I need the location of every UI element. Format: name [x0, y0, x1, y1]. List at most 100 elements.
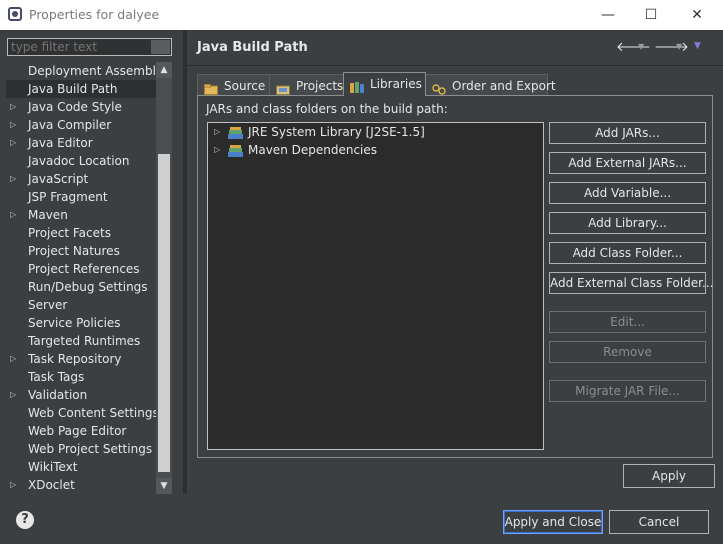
tree-item-label: Web Content Settings — [28, 406, 156, 420]
expand-chevron-icon[interactable]: ▷ — [10, 116, 16, 134]
tree-item-java-build-path[interactable]: Java Build Path — [6, 80, 156, 98]
tree-item-javascript[interactable]: ▷ JavaScript — [6, 170, 156, 188]
tree-item-server[interactable]: Server — [6, 296, 156, 314]
view-menu-icon[interactable]: ▼ — [694, 41, 701, 51]
tree-item-label: Maven — [28, 208, 68, 222]
tree-item-label: Deployment Assembly — [28, 64, 156, 78]
add-jars-button[interactable]: Add JARs... — [549, 122, 706, 144]
library-icon — [228, 144, 243, 157]
property-page-navigator: Deployment Assembly Java Build Path ▷ Java … — [0, 30, 183, 494]
migrate-jar-file-button[interactable]: Migrate JAR File... — [549, 380, 706, 402]
page-navigation: 🡐 ▼ 🡒 ▼ ▼ — [616, 39, 711, 55]
tree-item-label: Java Code Style — [28, 100, 122, 114]
tree-item-label: Web Page Editor — [28, 424, 127, 438]
libraries-tab-content: JARs and class folders on the build path… — [197, 95, 713, 458]
tab-libraries[interactable]: Libraries — [343, 72, 426, 96]
expand-chevron-icon[interactable]: ▷ — [214, 141, 220, 159]
tree-item-label: Project Natures — [28, 244, 120, 258]
tree-item-javadoc-location[interactable]: Javadoc Location — [6, 152, 156, 170]
tab-label: Source — [224, 79, 266, 93]
scrollbar-thumb[interactable] — [158, 154, 170, 472]
tab-label: Projects — [296, 79, 344, 93]
tree-item-java-code-style[interactable]: ▷ Java Code Style — [6, 98, 156, 116]
tree-item-label: Java Editor — [28, 136, 93, 150]
expand-chevron-icon[interactable]: ▷ — [214, 123, 220, 141]
expand-chevron-icon[interactable]: ▷ — [10, 476, 16, 494]
tree-item-label: Project Facets — [28, 226, 111, 240]
add-external-class-folder-button[interactable]: Add External Class Folder... — [549, 272, 713, 294]
edit-button[interactable]: Edit... — [549, 311, 706, 333]
tree-item-label: Task Repository — [28, 352, 122, 366]
tab-source[interactable]: Source — [197, 74, 270, 96]
back-menu-chevron-icon[interactable]: ▼ — [638, 42, 644, 51]
tab-projects[interactable]: Projects — [269, 74, 344, 96]
build-path-entry[interactable]: ▷ Maven Dependencies — [208, 141, 543, 159]
apply-button[interactable]: Apply — [623, 464, 715, 488]
maximize-button[interactable]: ☐ — [631, 4, 671, 26]
apply-and-close-button[interactable]: Apply and Close — [503, 510, 603, 534]
entry-label: Maven Dependencies — [248, 143, 378, 157]
expand-chevron-icon[interactable]: ▷ — [10, 170, 16, 188]
tree-item-task-tags[interactable]: Task Tags — [6, 368, 156, 386]
library-icon — [228, 126, 243, 139]
tree-item-web-project-settings[interactable]: Web Project Settings — [6, 440, 156, 458]
clear-filter-icon[interactable] — [151, 40, 170, 54]
tab-label: Libraries — [370, 77, 422, 91]
add-library-button[interactable]: Add Library... — [549, 212, 706, 234]
tree-item-label: XDoclet — [28, 478, 75, 492]
tree-item-deployment-assembly[interactable]: Deployment Assembly — [6, 62, 156, 80]
tree-item-xdoclet[interactable]: ▷ XDoclet — [6, 476, 156, 494]
forward-arrow-icon[interactable]: 🡒 — [654, 39, 689, 55]
add-variable-button[interactable]: Add Variable... — [549, 182, 706, 204]
expand-chevron-icon[interactable]: ▷ — [10, 206, 16, 224]
back-arrow-icon[interactable]: 🡐 — [616, 39, 651, 55]
tree-item-label: Task Tags — [28, 370, 85, 384]
tree-item-java-compiler[interactable]: ▷ Java Compiler — [6, 116, 156, 134]
page-title: Java Build Path — [197, 40, 308, 55]
add-external-jars-button[interactable]: Add External JARs... — [549, 152, 706, 174]
tree-item-project-references[interactable]: Project References — [6, 260, 156, 278]
help-icon[interactable]: ? — [16, 511, 34, 529]
close-button[interactable]: ✕ — [677, 4, 717, 26]
tree-item-jsp-fragment[interactable]: JSP Fragment — [6, 188, 156, 206]
libraries-icon — [350, 78, 364, 93]
tree-item-project-natures[interactable]: Project Natures — [6, 242, 156, 260]
tree-item-service-policies[interactable]: Service Policies — [6, 314, 156, 332]
expand-chevron-icon[interactable]: ▷ — [10, 98, 16, 116]
add-class-folder-button[interactable]: Add Class Folder... — [549, 242, 706, 264]
property-page: Java Build Path 🡐 ▼ 🡒 ▼ ▼ Source Projects… — [187, 30, 723, 494]
tree-item-label: JavaScript — [28, 172, 89, 186]
tree-item-web-content-settings[interactable]: Web Content Settings — [6, 404, 156, 422]
expand-chevron-icon[interactable]: ▷ — [10, 350, 16, 368]
tree-item-web-page-editor[interactable]: Web Page Editor — [6, 422, 156, 440]
tree-item-label: Validation — [28, 388, 88, 402]
expand-chevron-icon[interactable]: ▷ — [10, 134, 16, 152]
tree-item-label: Java Build Path — [28, 82, 118, 96]
tree-item-label: Targeted Runtimes — [28, 334, 141, 348]
remove-button[interactable]: Remove — [549, 341, 706, 363]
forward-menu-chevron-icon[interactable]: ▼ — [676, 42, 682, 51]
tree-item-label: Javadoc Location — [28, 154, 130, 168]
expand-chevron-icon[interactable]: ▷ — [10, 386, 16, 404]
tree-item-run-debug-settings[interactable]: Run/Debug Settings — [6, 278, 156, 296]
tree-item-java-editor[interactable]: ▷ Java Editor — [6, 134, 156, 152]
scroll-down-icon[interactable]: ▼ — [156, 478, 172, 494]
tree-item-project-facets[interactable]: Project Facets — [6, 224, 156, 242]
tree-item-wikitext[interactable]: WikiText — [6, 458, 156, 476]
tree-scrollbar[interactable]: ▲ ▼ — [156, 62, 172, 494]
tree-item-label: WikiText — [28, 460, 78, 474]
build-path-entries-list[interactable]: ▷ JRE System Library [J2SE-1.5] ▷ Maven Dep… — [207, 122, 544, 450]
build-path-entry[interactable]: ▷ JRE System Library [J2SE-1.5] — [208, 123, 543, 141]
scroll-up-icon[interactable]: ▲ — [156, 62, 172, 78]
dialog-button-bar: ? Apply and Close Cancel — [0, 494, 723, 544]
minimize-button[interactable]: — — [588, 4, 628, 26]
cancel-button[interactable]: Cancel — [609, 510, 709, 534]
tree-item-targeted-runtimes[interactable]: Targeted Runtimes — [6, 332, 156, 350]
tab-order-and-export[interactable]: Order and Export — [425, 74, 556, 96]
tree-item-task-repository[interactable]: ▷ Task Repository — [6, 350, 156, 368]
tree-item-label: Java Compiler — [28, 118, 112, 132]
source-folder-icon — [204, 80, 218, 95]
tree-item-validation[interactable]: ▷ Validation — [6, 386, 156, 404]
tree-item-maven[interactable]: ▷ Maven — [6, 206, 156, 224]
filter-input[interactable] — [7, 38, 172, 56]
